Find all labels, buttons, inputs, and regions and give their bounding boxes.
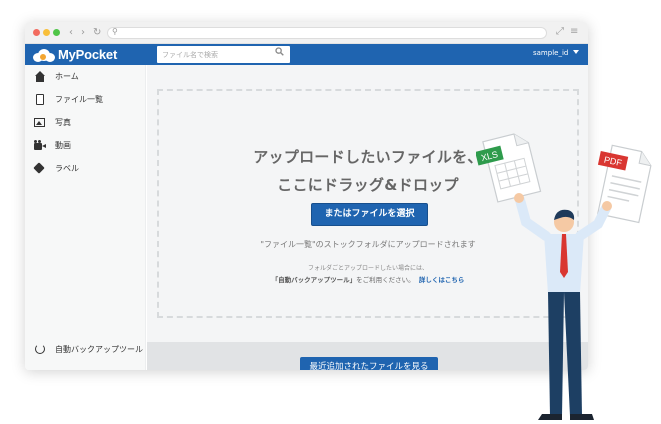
tag-icon [33,161,47,174]
businessman-illustration: XLS PDF [476,133,652,420]
file-icon [34,93,47,105]
chevron-down-icon[interactable] [573,50,579,54]
sidebar-item-label: 写真 [55,117,71,127]
address-search-icon: ⚲ [112,27,118,36]
user-menu[interactable]: sample_id [533,49,568,57]
browser-menu-icon[interactable]: ≡ [570,26,578,37]
app-logo[interactable]: MyPocket [33,46,117,63]
video-icon [34,139,47,151]
reload-icon[interactable]: ↻ [93,26,101,40]
sidebar-item-label: ホーム [55,71,79,81]
photo-icon [34,117,47,128]
home-icon [34,70,47,82]
sidebar-item-label: ファイル一覧 [55,94,103,104]
cloud-logo-icon [33,48,55,62]
sidebar-item-label: ラベル [55,163,79,173]
logo-text: MyPocket [58,47,118,62]
sidebar-item-labels[interactable]: ラベル [33,161,79,175]
select-file-button[interactable]: またはファイルを選択 [311,203,428,226]
sidebar-item-home[interactable]: ホーム [34,69,79,83]
sidebar-item-photos[interactable]: 写真 [34,115,71,129]
stage: ‹ › ↻ ⚲ ⤢ ≡ MyPocket sample_id [0,0,661,424]
sync-icon [34,343,47,355]
minimize-window-dot[interactable] [43,29,50,36]
address-bar[interactable]: ⚲ [107,27,547,39]
recent-files-button[interactable]: 最近追加されたファイルを見る [300,357,438,370]
sidebar: ホーム ファイル一覧 写真 動画 ラベル 自動バックアップツール [25,65,146,370]
sidebar-item-files[interactable]: ファイル一覧 [34,92,103,106]
close-window-dot[interactable] [33,29,40,36]
back-arrow-icon[interactable]: ‹ [69,26,73,40]
forward-arrow-icon[interactable]: › [81,26,85,40]
app-header: MyPocket sample_id [25,44,588,65]
expand-icon[interactable]: ⤢ [556,26,564,37]
details-link[interactable]: 詳しくはこちら [419,276,465,284]
sidebar-item-label: 自動バックアップツール [55,344,143,354]
sidebar-item-backup-tool[interactable]: 自動バックアップツール [34,342,143,356]
backup-tool-hint-text: をご利用ください。 [356,276,415,284]
maximize-window-dot[interactable] [53,29,60,36]
search-icon[interactable] [275,47,284,59]
sidebar-item-label: 動画 [55,140,71,150]
xls-document-icon: XLS [476,133,542,203]
pdf-document-icon: PDF [597,144,652,224]
backup-tool-name: 「自動バックアップツール」 [271,276,357,284]
search-input[interactable] [157,46,290,63]
browser-chrome: ‹ › ↻ ⚲ ⤢ ≡ [25,22,588,44]
sidebar-item-videos[interactable]: 動画 [34,138,71,152]
